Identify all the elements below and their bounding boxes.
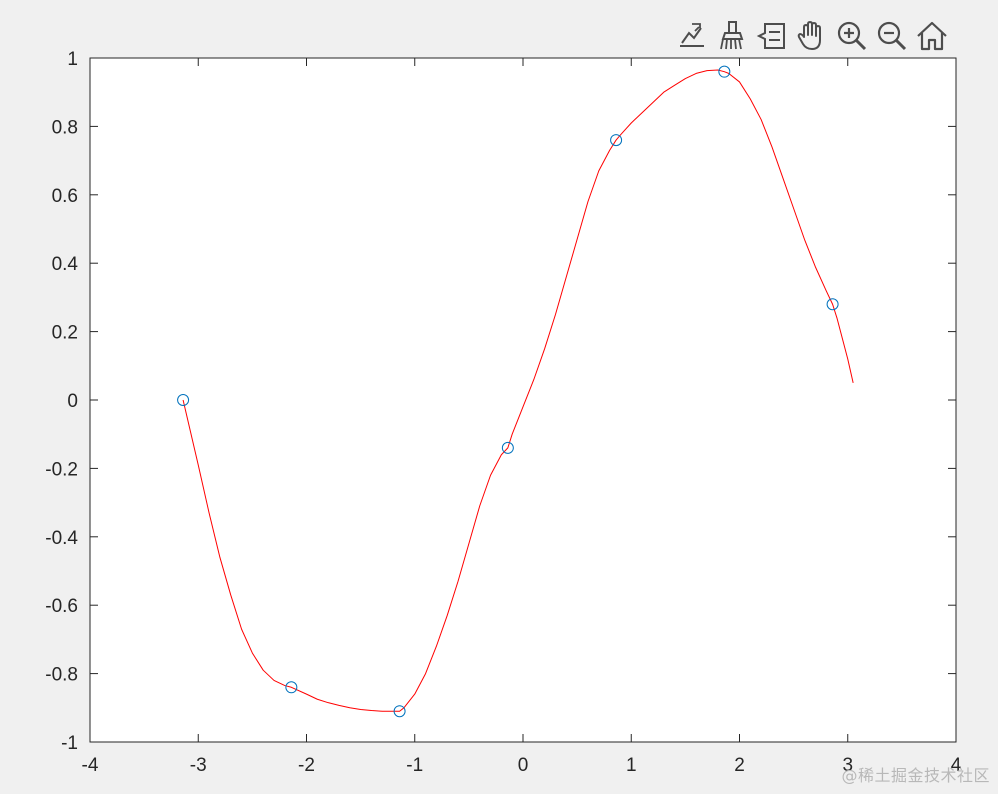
x-tick-label: -2: [298, 755, 315, 776]
y-tick-label: -0.2: [45, 459, 78, 480]
y-tick-label: 1: [67, 49, 78, 70]
x-tick-label: -1: [406, 755, 423, 776]
y-tick-label: 0.6: [52, 186, 78, 207]
y-tick-label: 0: [67, 391, 78, 412]
x-tick-labels: -4 -3 -2 -1 0 1 2 3 4: [82, 755, 962, 776]
plot-area[interactable]: -4 -3 -2 -1 0 1 2 3 4 10.80.60.40.20-0.2-0.4-0.6…: [0, 0, 998, 794]
axes-background: [89, 57, 957, 743]
x-tick-label: 2: [734, 755, 745, 776]
y-tick-label: -0.6: [45, 596, 78, 617]
x-tick-label: 1: [626, 755, 637, 776]
y-tick-label: 0.4: [52, 254, 79, 275]
y-tick-label: 0.8: [52, 117, 78, 138]
y-tick-labels: 1 0.8 0.6 0.4 0.2 0 -0.2 -0.4 -0.6 -0.8 -1: [45, 49, 78, 754]
y-tick-label: 0.2: [52, 323, 78, 344]
x-tick-label: -4: [82, 755, 99, 776]
y-tick-label: -0.8: [45, 665, 78, 686]
watermark: @稀土掘金技术社区: [841, 766, 990, 785]
y-tick-label: -1: [61, 733, 78, 754]
y-tick-label: -0.4: [45, 528, 78, 549]
x-tick-label: -3: [190, 755, 207, 776]
figure-window: -4 -3 -2 -1 0 1 2 3 4 1 0.8 0.6 0.4 0.2 0 -0.2 -0.4 -0.6…: [0, 0, 998, 794]
x-tick-label: 0: [518, 755, 529, 776]
